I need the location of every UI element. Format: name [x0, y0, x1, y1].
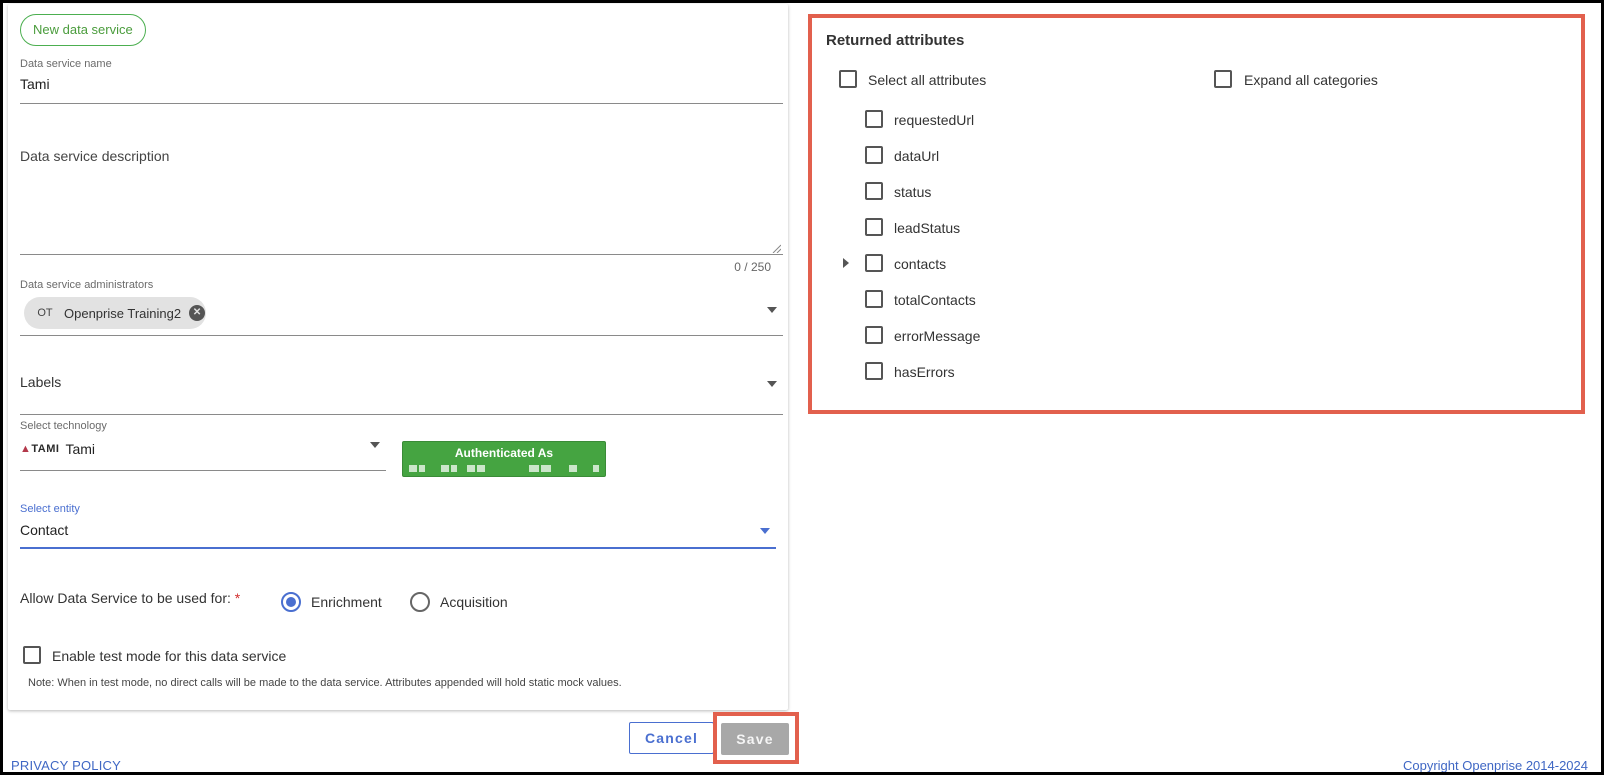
- description-char-counter: 0 / 250: [734, 260, 771, 274]
- technology-underline: [20, 470, 386, 471]
- administrators-label: Data service administrators: [20, 279, 154, 291]
- attribute-checkbox[interactable]: [865, 218, 883, 236]
- name-underline: [20, 103, 783, 104]
- attribute-checkbox[interactable]: [865, 254, 883, 272]
- attribute-checkbox[interactable]: [865, 326, 883, 344]
- usage-label: Allow Data Service to be used for: *: [20, 590, 241, 606]
- resize-handle-icon[interactable]: [772, 244, 781, 253]
- test-mode-note: Note: When in test mode, no direct calls…: [28, 677, 622, 689]
- labels-dropdown-icon[interactable]: [767, 381, 777, 387]
- data-service-description-label: Data service description: [20, 148, 170, 164]
- attribute-label[interactable]: contacts: [894, 256, 946, 272]
- entity-underline: [20, 547, 776, 549]
- technology-label: Select technology: [20, 420, 107, 432]
- administrators-field[interactable]: Data service administrators OT Openprise…: [20, 279, 783, 337]
- privacy-policy-link[interactable]: PRIVACY POLICY: [11, 758, 121, 773]
- copyright-text: Copyright Openprise 2014-2024: [1402, 758, 1588, 773]
- attribute-label[interactable]: errorMessage: [894, 328, 980, 344]
- technology-value: Tami: [65, 441, 96, 457]
- data-service-name-label: Data service name: [20, 58, 112, 70]
- test-mode-label[interactable]: Enable test mode for this data service: [52, 648, 286, 664]
- labels-field[interactable]: Labels: [20, 374, 783, 418]
- entity-select[interactable]: Select entity Contact: [20, 503, 776, 549]
- labels-underline: [20, 414, 783, 415]
- attribute-label[interactable]: requestedUrl: [894, 112, 974, 128]
- entity-dropdown-icon[interactable]: [760, 528, 770, 534]
- attribute-checkbox[interactable]: [865, 290, 883, 308]
- tami-logo: ▲TAMI: [20, 443, 60, 455]
- returned-attributes-panel: Returned attributes Select all attribute…: [808, 14, 1585, 414]
- administrator-chip: OT Openprise Training2 ✕: [24, 297, 206, 329]
- save-button[interactable]: Save: [721, 723, 789, 755]
- entity-label: Select entity: [20, 503, 80, 515]
- expand-arrow-icon[interactable]: [843, 258, 849, 268]
- data-service-description-field[interactable]: Data service description: [20, 148, 783, 258]
- authenticated-as-badge: Authenticated As: [402, 441, 606, 477]
- labels-label: Labels: [20, 374, 62, 390]
- attribute-label[interactable]: totalContacts: [894, 292, 976, 308]
- entity-value: Contact: [20, 522, 69, 538]
- new-data-service-button[interactable]: New data service: [20, 14, 146, 46]
- expand-all-checkbox[interactable]: [1214, 70, 1232, 88]
- authenticated-as-title: Authenticated As: [454, 446, 554, 460]
- cancel-button[interactable]: Cancel: [629, 722, 714, 754]
- chip-avatar: OT: [37, 307, 53, 319]
- remove-chip-icon[interactable]: ✕: [189, 305, 206, 321]
- acquisition-label[interactable]: Acquisition: [440, 594, 508, 610]
- select-all-label[interactable]: Select all attributes: [868, 72, 986, 88]
- attribute-checkbox[interactable]: [865, 146, 883, 164]
- select-all-checkbox[interactable]: [839, 70, 857, 88]
- enrichment-radio[interactable]: [281, 592, 301, 612]
- attribute-checkbox[interactable]: [865, 362, 883, 380]
- data-service-name-field[interactable]: Data service name Tami: [20, 58, 783, 104]
- attribute-checkbox[interactable]: [865, 182, 883, 200]
- required-marker: *: [234, 590, 241, 606]
- attribute-label[interactable]: status: [894, 184, 931, 200]
- expand-all-label[interactable]: Expand all categories: [1244, 72, 1378, 88]
- redacted-account-name: [409, 464, 599, 472]
- returned-attributes-title: Returned attributes: [826, 32, 965, 49]
- technology-dropdown-icon[interactable]: [370, 442, 380, 448]
- technology-select[interactable]: Select technology ▲TAMI Tami: [20, 420, 386, 472]
- administrators-dropdown-icon[interactable]: [767, 307, 777, 313]
- administrators-underline: [20, 335, 783, 336]
- attribute-checkbox[interactable]: [865, 110, 883, 128]
- enrichment-label[interactable]: Enrichment: [311, 594, 382, 610]
- description-underline: [20, 254, 783, 255]
- acquisition-radio[interactable]: [410, 592, 430, 612]
- attribute-label[interactable]: dataUrl: [894, 148, 939, 164]
- data-service-name-value[interactable]: Tami: [20, 76, 783, 92]
- attribute-label[interactable]: leadStatus: [894, 220, 960, 236]
- chip-name: Openprise Training2: [64, 305, 182, 321]
- attribute-label[interactable]: hasErrors: [894, 364, 955, 380]
- test-mode-checkbox[interactable]: [23, 646, 41, 664]
